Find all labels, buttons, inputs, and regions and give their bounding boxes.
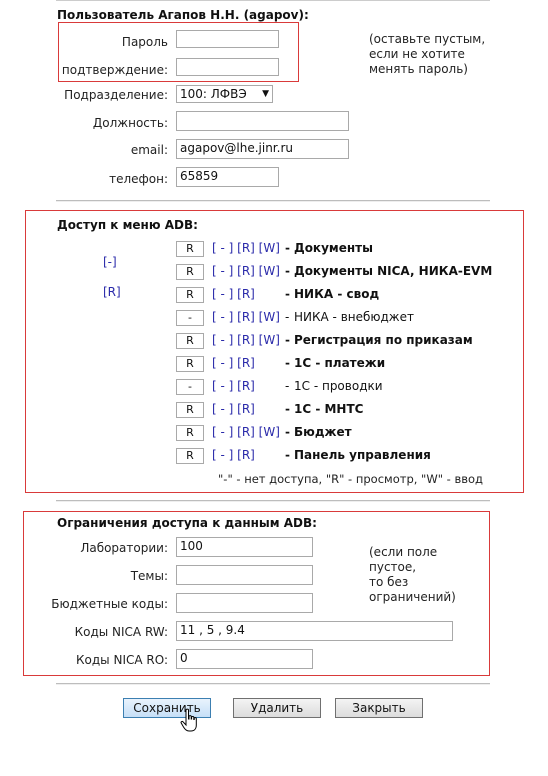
access-level-box: - [176, 310, 204, 326]
access-level-box: R [176, 287, 204, 303]
access-item-name: Регистрация по приказам [294, 333, 473, 347]
access-level-links[interactable]: [ - ] [R] [W] [212, 241, 280, 255]
divider-3 [56, 683, 490, 685]
access-item-name: НИКА - свод [294, 287, 380, 301]
restrictions-note: (если поле пустое, то без ограничений) [369, 545, 456, 605]
access-item-name: 1С - платежи [294, 356, 386, 370]
access-legend: "-" - нет доступа, "R" - просмотр, "W" -… [218, 472, 484, 486]
password-note: (оставьте пустым, если не хотите менять … [369, 32, 485, 77]
delete-button[interactable]: Удалить [233, 698, 321, 718]
access-item-name: Документы [294, 241, 373, 255]
access-item-dash: - [285, 425, 290, 439]
restrictions-heading: Ограничения доступа к данным ADB: [57, 516, 317, 530]
close-button[interactable]: Закрыть [335, 698, 423, 718]
divider-2 [56, 500, 490, 502]
password-note-line-3: менять пароль) [369, 62, 468, 76]
access-item-name: 1С - проводки [294, 379, 383, 393]
access-item-dash: - [285, 333, 290, 347]
nica-rw-label: Коды NICA RW: [74, 625, 168, 639]
access-level-box: R [176, 241, 204, 257]
access-level-box: R [176, 425, 204, 441]
access-level-links[interactable]: [ - ] [R] [212, 379, 255, 393]
password-input[interactable] [176, 30, 279, 48]
access-item-dash: - [285, 310, 290, 324]
access-item-name: 1С - МНТС [294, 402, 364, 416]
access-level-box: R [176, 264, 204, 280]
nica-ro-input[interactable]: 0 [176, 649, 313, 669]
division-select[interactable]: 100: ЛФВЭ ▼ [176, 85, 273, 103]
phone-label: телефон: [109, 172, 168, 186]
password-label: Пароль [121, 35, 168, 49]
access-item-name: Бюджет [294, 425, 352, 439]
restrictions-note-line-3: то без [369, 575, 409, 589]
access-level-links[interactable]: [ - ] [R] [W] [212, 264, 280, 278]
access-item-dash: - [285, 356, 290, 370]
access-item-dash: - [285, 241, 290, 255]
access-level-links[interactable]: [ - ] [R] [212, 448, 255, 462]
budget-codes-label: Бюджетные коды: [51, 597, 168, 611]
access-item-dash: - [285, 264, 290, 278]
access-item-dash: - [285, 448, 290, 462]
confirm-label: подтверждение: [61, 63, 168, 77]
access-level-links[interactable]: [ - ] [R] [W] [212, 333, 280, 347]
topics-label: Темы: [130, 569, 168, 583]
password-note-line-2: если не хотите [369, 47, 465, 61]
access-item-dash: - [285, 379, 290, 393]
password-note-line-1: (оставьте пустым, [369, 32, 486, 46]
restrictions-note-line-2: пустое, [369, 560, 417, 574]
access-level-box: R [176, 402, 204, 418]
hand-cursor-icon [180, 708, 197, 732]
access-level-links[interactable]: [ - ] [R] [212, 402, 255, 416]
access-item-dash: - [285, 287, 290, 301]
chevron-down-icon: ▼ [262, 89, 269, 99]
access-item-name: Документы NICA, НИКА-EVM [294, 264, 493, 278]
position-input[interactable] [176, 111, 349, 131]
divider-1 [56, 200, 490, 202]
top-divider [56, 0, 490, 1]
confirm-password-input[interactable] [176, 58, 279, 76]
restrictions-note-line-4: ограничений) [369, 590, 456, 604]
access-item-name: НИКА - внебюджет [294, 310, 414, 324]
email-input[interactable]: agapov@lhe.jinr.ru [176, 139, 349, 159]
access-heading: Доступ к меню ADB: [57, 218, 198, 232]
labs-label: Лаборатории: [80, 541, 168, 555]
access-level-box: R [176, 448, 204, 464]
budget-codes-input[interactable] [176, 593, 313, 613]
access-level-links[interactable]: [ - ] [R] [W] [212, 310, 280, 324]
user-heading: Пользователь Агапов Н.Н. (agapov): [57, 8, 309, 22]
division-label: Подразделение: [64, 88, 168, 102]
access-level-box: - [176, 379, 204, 395]
access-level-box: R [176, 333, 204, 349]
restrictions-note-line-1: (если поле [369, 545, 438, 559]
access-level-box: R [176, 356, 204, 372]
labs-input[interactable]: 100 [176, 537, 313, 557]
toggle-all-read-link[interactable]: [R] [103, 285, 121, 299]
toggle-all-none-link[interactable]: [-] [103, 255, 117, 269]
position-label: Должность: [92, 116, 168, 130]
access-level-links[interactable]: [ - ] [R] [212, 287, 255, 301]
access-item-dash: - [285, 402, 290, 416]
access-item-name: Панель управления [294, 448, 431, 462]
division-select-value: 100: ЛФВЭ [180, 87, 247, 101]
access-level-links[interactable]: [ - ] [R] [W] [212, 425, 280, 439]
email-label: email: [130, 143, 168, 157]
nica-ro-label: Коды NICA RO: [76, 653, 168, 667]
phone-input[interactable]: 65859 [176, 167, 279, 187]
access-level-links[interactable]: [ - ] [R] [212, 356, 255, 370]
topics-input[interactable] [176, 565, 313, 585]
nica-rw-input[interactable]: 11 , 5 , 9.4 [176, 621, 453, 641]
